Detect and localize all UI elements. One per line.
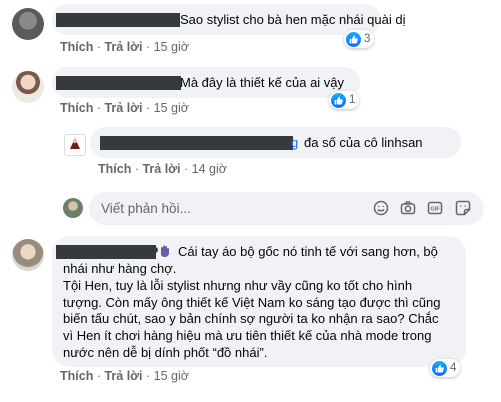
comment-line: vì Hen ít chơi hàng hiệu mà ưu tiên thiế… xyxy=(63,328,432,344)
reply-link[interactable]: Trả lời xyxy=(142,162,180,176)
emoji-icon[interactable] xyxy=(373,200,389,216)
camera-icon[interactable] xyxy=(400,200,416,216)
like-link[interactable]: Thích xyxy=(60,369,93,383)
reaction-count[interactable]: 1 xyxy=(329,91,360,109)
comment-line: nhái như hàng chợ. xyxy=(63,261,177,276)
comment-actions: Thích · Trả lời · 15 giờ xyxy=(60,40,189,54)
comment-actions: Thích · Trả lời · 15 giờ xyxy=(60,369,189,383)
comment-bubble: Sao stylist cho bà hen mặc nhái quài dị xyxy=(52,4,405,35)
avatar xyxy=(63,198,83,218)
reaction-count[interactable]: 4 xyxy=(430,359,461,377)
reply-link[interactable]: Trả lời xyxy=(104,369,142,383)
like-icon xyxy=(432,360,447,376)
hand-icon xyxy=(158,244,172,262)
redacted-name xyxy=(56,76,181,90)
comment-actions: Thích · Trả lời · 15 giờ xyxy=(60,101,189,115)
comment-body: nhái như hàng chợ. Tội Hen, tuy là lỗi s… xyxy=(63,261,440,362)
reply-link[interactable]: Trả lời xyxy=(104,101,142,115)
comment-text: đa số của cô linhsan xyxy=(304,135,423,150)
comment-line: Tội Hen, tuy là lỗi stylist nhưng như vầ… xyxy=(63,277,413,293)
reaction-count-value: 4 xyxy=(450,362,457,374)
comment-line: nước nên dễ bị dính phốt “đồ nhái”. xyxy=(63,344,268,360)
reply-link[interactable]: Trả lời xyxy=(104,40,142,54)
redacted-name xyxy=(100,136,293,150)
comment-bubble: Cái tay áo bộ gốc nó tinh tế với sang hơ… xyxy=(52,236,466,367)
like-link[interactable]: Thích xyxy=(98,162,131,176)
avatar[interactable] xyxy=(12,8,44,40)
comment-text: Mà đây là thiết kế của ai vậy xyxy=(180,75,345,90)
redacted-name xyxy=(56,245,156,259)
sticker-icon[interactable] xyxy=(455,200,471,216)
reaction-count-value: 3 xyxy=(364,33,371,45)
avatar-image xyxy=(70,138,80,149)
comment-bubble: g đa số của cô linhsan xyxy=(90,127,461,158)
like-icon xyxy=(346,31,361,47)
comment-text: Sao stylist cho bà hen mặc nhái quài dị xyxy=(180,12,406,27)
like-icon xyxy=(331,92,346,108)
reply-highlight: g xyxy=(291,135,299,150)
comment-time[interactable]: 15 giờ xyxy=(154,101,189,115)
comment-time[interactable]: 14 giờ xyxy=(192,162,227,176)
avatar[interactable] xyxy=(64,134,86,156)
reply-input-placeholder[interactable]: Viết phản hồi... xyxy=(101,201,191,216)
like-link[interactable]: Thích xyxy=(60,101,93,115)
gif-icon[interactable]: GIF xyxy=(427,200,443,216)
comment-time[interactable]: 15 giờ xyxy=(154,40,189,54)
like-link[interactable]: Thích xyxy=(60,40,93,54)
reaction-count-value: 1 xyxy=(349,94,356,106)
comment-text: Cái tay áo bộ gốc nó tinh tế với sang hơ… xyxy=(178,244,438,259)
reaction-count[interactable]: 3 xyxy=(344,30,375,48)
svg-text:GIF: GIF xyxy=(430,207,440,213)
avatar[interactable] xyxy=(12,239,44,271)
reply-composer[interactable]: Viết phản hồi... GIF xyxy=(89,192,484,225)
redacted-name xyxy=(56,13,180,27)
comment-line: biến tấu chút, sao y bản chính sợ người … xyxy=(63,311,439,327)
avatar[interactable] xyxy=(12,71,44,103)
comment-time[interactable]: 15 giờ xyxy=(154,369,189,383)
comment-bubble: Mà đây là thiết kế của ai vậy xyxy=(52,67,360,98)
comment-actions: Thích · Trả lời · 14 giờ xyxy=(98,162,227,176)
comment-line: tượng. Còn mấy ông thiết kế Việt Nam ko … xyxy=(63,294,441,310)
